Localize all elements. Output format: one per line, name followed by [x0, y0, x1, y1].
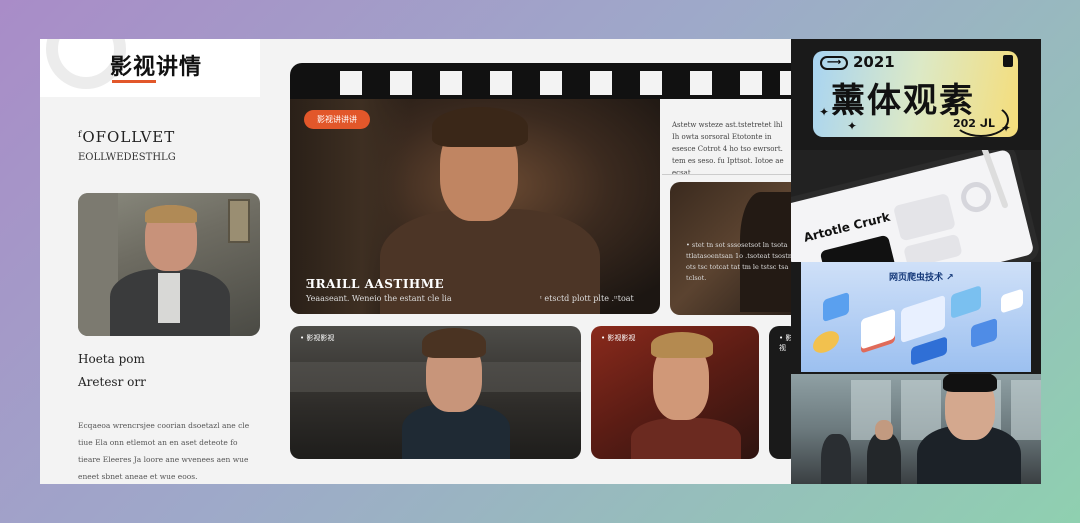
video-card-1[interactable]: • 影视影视 [290, 326, 581, 459]
illustration-title: 网页爬虫技术 ↗ [889, 273, 954, 283]
poster-card: ⟶ 2021 薰体观素 202 ᒍᒪ ✦ ✦ ✦ [813, 51, 1018, 137]
video-card-2[interactable]: • 影视影视 [591, 326, 759, 459]
sidebar-paragraph: Ecqaeoa wrencrsjee coorian dsoetazl ane … [78, 421, 250, 481]
decoration-icon [1003, 55, 1013, 67]
right-gallery: ⟶ 2021 薰体观素 202 ᒍᒪ ✦ ✦ ✦ Artotle Crurk 网… [791, 39, 1041, 484]
hero-title: ƎRAILL AASTIHME [306, 277, 445, 291]
divider [662, 174, 792, 175]
gallery-panel-tablet[interactable]: Artotle Crurk [791, 150, 1041, 262]
sparkle-icon: ✦ [819, 105, 830, 119]
logo-title[interactable]: 影视讲情 [110, 49, 202, 81]
portrait-card[interactable] [78, 193, 260, 336]
poster-year: 2021 [853, 53, 895, 71]
sparkle-icon: ✦ [1001, 121, 1012, 135]
video-card-3[interactable]: • 影视 [769, 326, 792, 459]
video-card-tag: • 影视影视 [601, 334, 636, 342]
hero-badge[interactable]: 影视讲讲讲 [304, 110, 370, 129]
sidebar-heading: ᶠOFOLLVET [78, 128, 176, 146]
side-feature-card[interactable]: • stet tn sot sssosetsot ln tsota ttlata… [670, 182, 792, 315]
sidebar-subheading: EOLLWEDESTHLG [78, 152, 176, 163]
side-feature-text: • stet tn sot sssosetsot ln tsota ttlata… [686, 241, 792, 282]
tablet-dark-tile [819, 234, 897, 262]
hero-card[interactable]: 影视讲讲讲 ƎRAILL AASTIHME Yeaaseant. Weneio … [290, 99, 660, 314]
tablet-tile [892, 192, 956, 242]
tablet-ring-icon [957, 178, 995, 216]
gallery-panel-illustration[interactable]: 网页爬虫技术 ↗ [801, 262, 1031, 372]
main-page: 影视讲情 ᶠOFOLLVET EOLLWEDESTHLG Hoeta pom A… [40, 39, 792, 484]
video-card-tag: • 影视影视 [300, 334, 335, 342]
sidebar-label-1: Hoeta pom [78, 352, 145, 366]
hero-caption-right: ᶦ etsctd plott plte .ᶦᶦtoat [540, 294, 634, 303]
sidebar-label-2: Aretesr orr [78, 375, 146, 389]
gallery-panel-poster[interactable]: ⟶ 2021 薰体观素 202 ᒍᒪ ✦ ✦ ✦ [791, 39, 1041, 149]
arrow-icon: ⟶ [820, 56, 848, 70]
film-strip [290, 63, 792, 99]
logo-area: 影视讲情 [40, 39, 260, 97]
poster-year-2: 202 ᒍᒪ [953, 117, 995, 130]
hero-caption: Yeaaseant. Weneio the estant cle lia [306, 294, 452, 303]
gallery-panel-still[interactable] [791, 374, 1041, 484]
top-right-text: Astetw wsteze ast.tstetretet lhl Ih owta… [672, 121, 784, 177]
logo-underline [112, 80, 156, 83]
sparkle-icon: ✦ [847, 119, 858, 133]
